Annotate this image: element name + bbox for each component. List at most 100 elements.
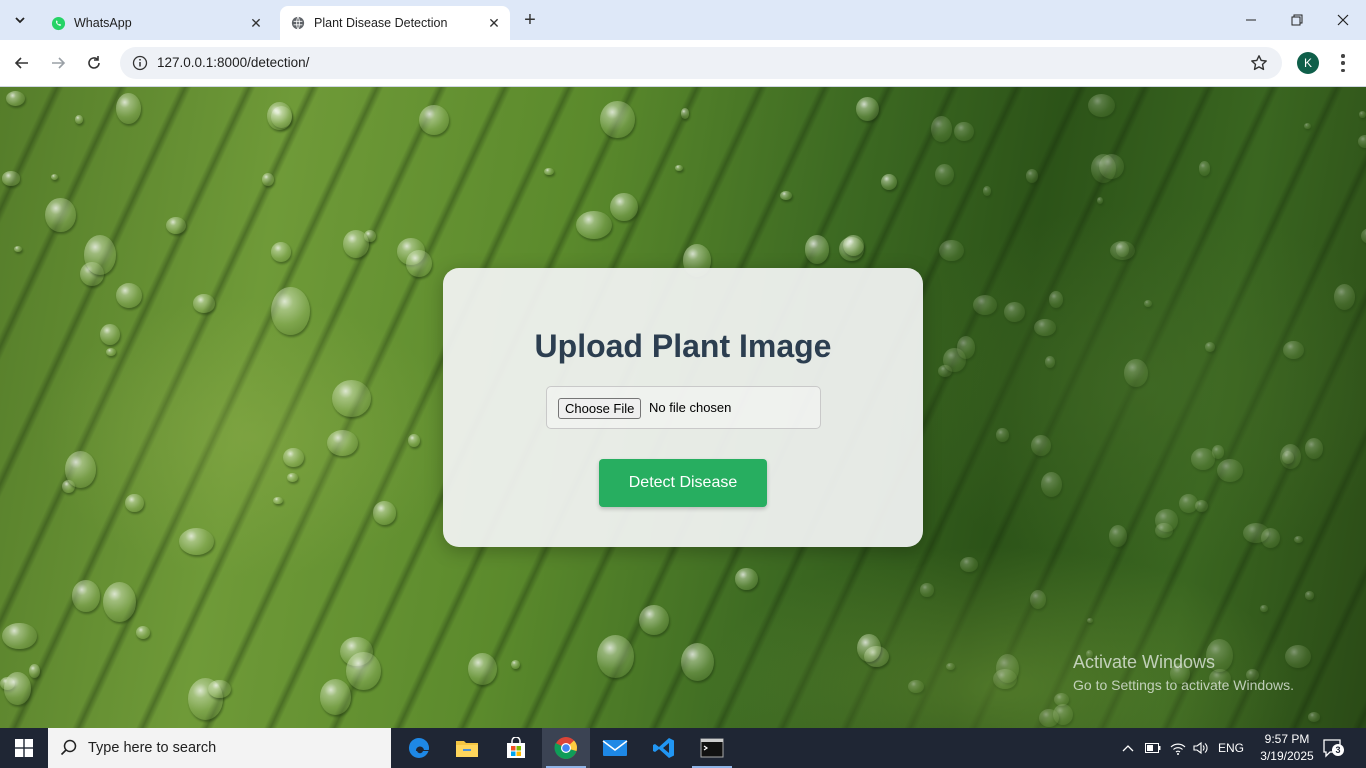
url-text[interactable]: 127.0.0.1:8000/detection/ bbox=[157, 55, 309, 70]
water-droplet bbox=[610, 193, 638, 222]
water-droplet bbox=[931, 116, 952, 142]
water-droplet bbox=[283, 447, 304, 467]
water-droplet bbox=[267, 101, 292, 131]
address-bar[interactable]: 127.0.0.1:8000/detection/ bbox=[120, 47, 1282, 79]
tab-search-button[interactable] bbox=[8, 8, 32, 32]
water-droplet bbox=[804, 235, 830, 265]
water-droplet bbox=[983, 186, 991, 196]
water-droplet bbox=[1357, 135, 1366, 148]
water-droplet bbox=[953, 121, 974, 142]
tab-title: Plant Disease Detection bbox=[314, 16, 448, 30]
water-droplet bbox=[780, 190, 793, 201]
water-droplet bbox=[178, 527, 214, 556]
water-droplet bbox=[75, 115, 84, 125]
water-droplet bbox=[332, 379, 372, 417]
tab-title: WhatsApp bbox=[74, 16, 132, 30]
water-droplet bbox=[1333, 284, 1356, 311]
mail-icon[interactable] bbox=[591, 728, 639, 768]
clock[interactable]: 9:57 PM 3/19/2025 bbox=[1255, 731, 1319, 765]
water-droplet bbox=[1088, 94, 1116, 118]
volume-icon[interactable] bbox=[1190, 728, 1212, 768]
water-droplet bbox=[1198, 161, 1211, 176]
choose-file-button[interactable]: Choose File bbox=[558, 398, 642, 419]
water-droplet bbox=[102, 582, 136, 623]
bookmark-star-icon[interactable] bbox=[1250, 54, 1268, 72]
water-droplet bbox=[418, 105, 449, 136]
search-icon bbox=[60, 739, 77, 756]
file-explorer-icon[interactable] bbox=[443, 728, 491, 768]
network-icon[interactable] bbox=[1168, 728, 1188, 768]
taskbar-search[interactable]: Type here to search bbox=[48, 728, 391, 768]
water-droplet bbox=[959, 557, 978, 572]
water-droplet bbox=[1281, 451, 1294, 464]
windows-taskbar: Type here to search ENG 9:57 PM 3/19/202… bbox=[0, 728, 1366, 768]
tab-strip: WhatsApp ✕ Plant Disease Detection ✕ + bbox=[0, 0, 1366, 40]
language-indicator[interactable]: ENG bbox=[1214, 728, 1248, 768]
water-droplet bbox=[5, 90, 25, 107]
water-droplet bbox=[1194, 499, 1209, 513]
restore-button[interactable] bbox=[1274, 0, 1320, 40]
water-droplet bbox=[1034, 319, 1056, 336]
water-droplet bbox=[165, 217, 186, 234]
water-droplet bbox=[372, 501, 397, 526]
back-button[interactable] bbox=[8, 49, 36, 77]
upload-card: Upload Plant Image Choose File No file c… bbox=[443, 268, 923, 547]
battery-icon[interactable] bbox=[1143, 728, 1163, 768]
detect-disease-button[interactable]: Detect Disease bbox=[599, 459, 767, 507]
water-droplet bbox=[1049, 290, 1064, 308]
water-droplet bbox=[920, 583, 935, 597]
water-droplet bbox=[1099, 154, 1125, 180]
restore-icon bbox=[1291, 14, 1303, 26]
arrow-left-icon bbox=[14, 57, 28, 69]
watermark-title: Activate Windows bbox=[1073, 652, 1216, 672]
start-button[interactable] bbox=[0, 728, 48, 768]
windows-logo-icon bbox=[15, 739, 33, 757]
search-placeholder: Type here to search bbox=[88, 740, 217, 756]
edge-icon[interactable] bbox=[395, 728, 443, 768]
water-droplet bbox=[1360, 228, 1366, 244]
water-droplet bbox=[64, 450, 97, 488]
show-hidden-icons-button[interactable] bbox=[1118, 728, 1138, 768]
water-droplet bbox=[115, 93, 142, 125]
reload-button[interactable] bbox=[80, 49, 108, 77]
water-droplet bbox=[680, 107, 690, 119]
water-droplet bbox=[135, 625, 151, 639]
vscode-icon[interactable] bbox=[640, 728, 688, 768]
profile-avatar[interactable]: K bbox=[1297, 52, 1319, 74]
page-title: Upload Plant Image bbox=[534, 328, 832, 364]
chevron-up-icon bbox=[1122, 745, 1134, 752]
water-droplet bbox=[1155, 522, 1173, 538]
terminal-icon[interactable] bbox=[688, 728, 736, 768]
water-droplet bbox=[596, 635, 635, 679]
water-droplet bbox=[14, 246, 22, 252]
close-window-button[interactable] bbox=[1320, 0, 1366, 40]
close-tab-icon[interactable]: ✕ bbox=[484, 13, 504, 33]
water-droplet bbox=[1086, 618, 1093, 624]
notification-center-button[interactable]: 3 bbox=[1322, 738, 1344, 758]
new-tab-button[interactable]: + bbox=[518, 8, 542, 32]
water-droplet bbox=[1283, 341, 1305, 360]
close-tab-icon[interactable]: ✕ bbox=[246, 13, 266, 33]
water-droplet bbox=[116, 283, 143, 309]
water-droplet bbox=[934, 164, 954, 186]
water-droplet bbox=[1096, 196, 1103, 204]
water-droplet bbox=[600, 101, 635, 139]
chrome-icon[interactable] bbox=[542, 728, 590, 768]
water-droplet bbox=[639, 605, 669, 635]
water-droplet bbox=[543, 167, 555, 176]
browser-menu-icon[interactable] bbox=[1334, 54, 1352, 72]
forward-button[interactable] bbox=[44, 49, 72, 77]
water-droplet bbox=[881, 173, 898, 191]
site-info-icon[interactable] bbox=[132, 55, 148, 71]
chevron-down-icon bbox=[15, 17, 25, 24]
store-icon[interactable] bbox=[492, 728, 540, 768]
water-droplet bbox=[1003, 301, 1025, 322]
water-droplet bbox=[1029, 589, 1046, 609]
tab-plant-disease-detection[interactable]: Plant Disease Detection ✕ bbox=[280, 6, 510, 40]
file-input[interactable]: Choose File No file chosen bbox=[546, 386, 821, 429]
tab-whatsapp[interactable]: WhatsApp ✕ bbox=[40, 6, 272, 40]
whatsapp-icon bbox=[50, 15, 66, 31]
page-viewport: Upload Plant Image Choose File No file c… bbox=[0, 87, 1366, 728]
water-droplet bbox=[680, 642, 714, 681]
minimize-button[interactable] bbox=[1228, 0, 1274, 40]
